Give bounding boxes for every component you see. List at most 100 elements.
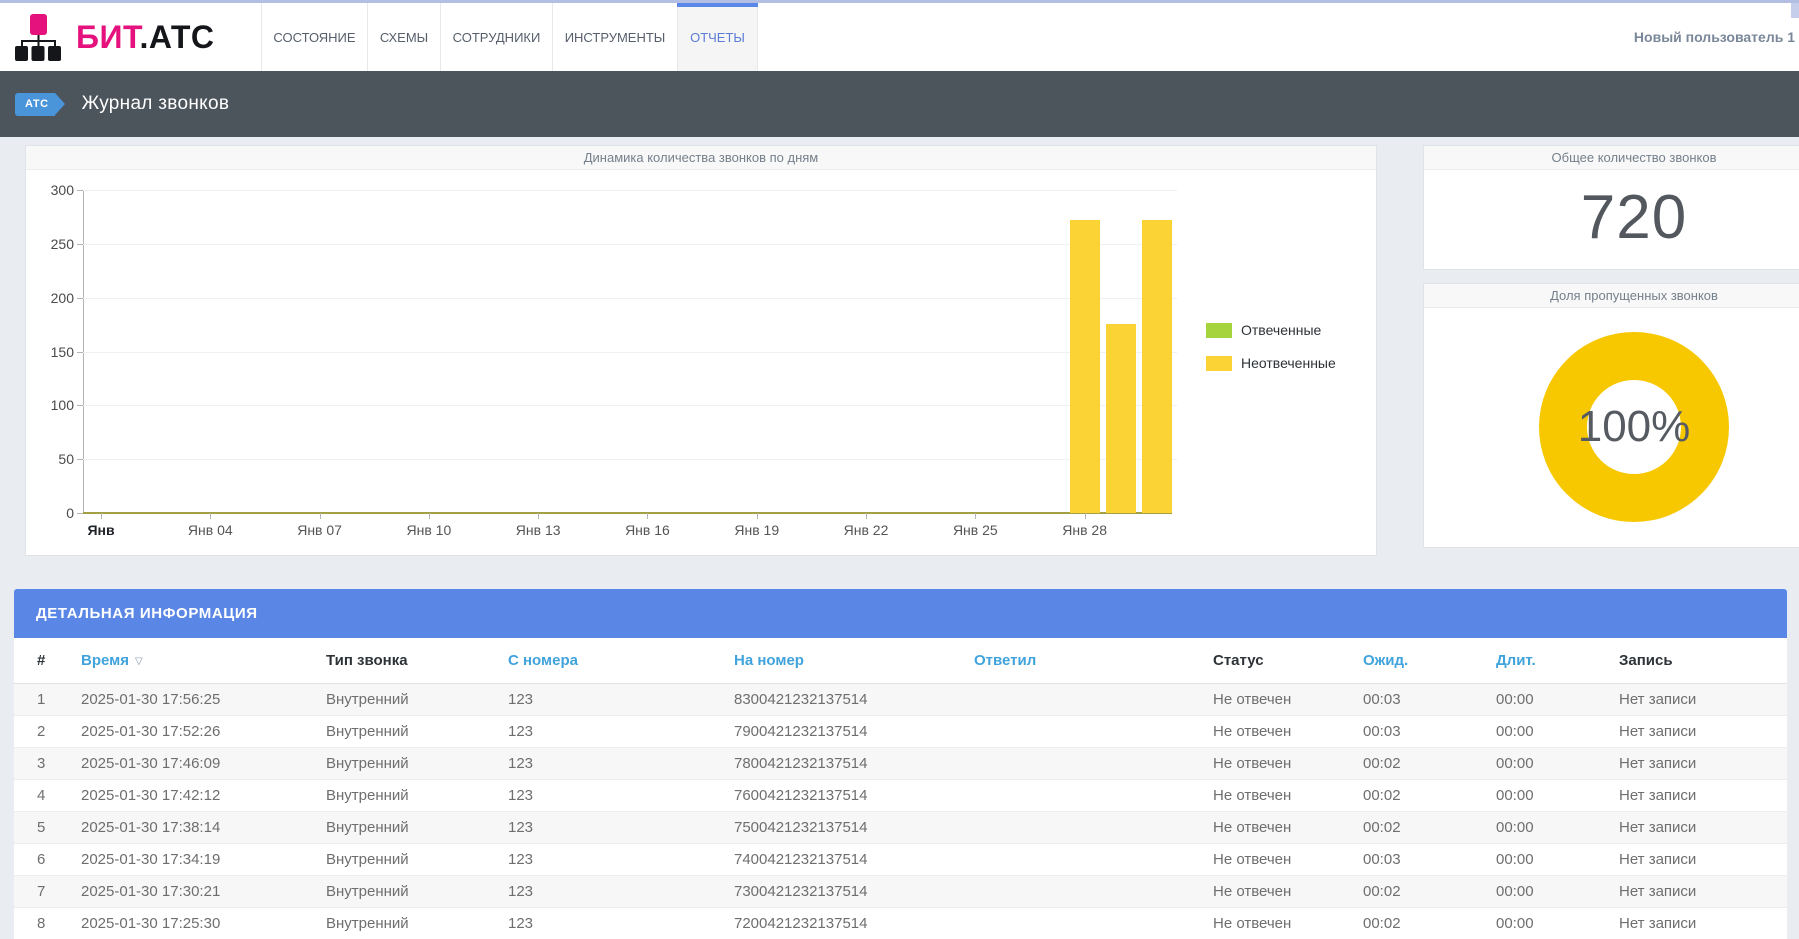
brand-logo[interactable]: БИТ.АТС	[0, 3, 261, 71]
cell-dur: 00:00	[1495, 684, 1618, 716]
nav-tab-5[interactable]: ОТЧЕТЫ	[678, 3, 758, 71]
cell-answered	[973, 876, 1212, 908]
x-tick-label-22: Янв 22	[844, 522, 889, 538]
current-user-menu[interactable]: Новый пользователь 1	[1634, 3, 1799, 71]
table-row-8[interactable]: 82025-01-30 17:25:30Внутренний1237200421…	[14, 908, 1787, 939]
col-header-1: #	[14, 638, 80, 684]
nav-tab-1[interactable]: СОСТОЯНИЕ	[262, 3, 368, 71]
y-tick-label-250: 250	[34, 237, 74, 251]
cell-to: 7500421232137514	[733, 812, 973, 844]
cell-n: 4	[14, 780, 80, 812]
cell-record: Нет записи	[1618, 908, 1787, 939]
y-tick-250	[77, 244, 83, 245]
cell-status: Не отвечен	[1212, 684, 1362, 716]
cell-status: Не отвечен	[1212, 876, 1362, 908]
y-tick-label-50: 50	[34, 452, 74, 466]
col-header-7: Статус	[1212, 638, 1362, 684]
legend-swatch-1	[1206, 323, 1232, 338]
cell-to: 7800421232137514	[733, 748, 973, 780]
cell-dur: 00:00	[1495, 812, 1618, 844]
x-tick-label-28: Янв 28	[1062, 522, 1107, 538]
calls-dynamics-chart-panel: Динамика количества звонков по дням Отве…	[25, 145, 1377, 556]
page-title-bar: АТС Журнал звонков	[0, 71, 1799, 137]
cell-dur: 00:00	[1495, 844, 1618, 876]
cell-dur: 00:00	[1495, 908, 1618, 939]
cell-n: 6	[14, 844, 80, 876]
col-header-10: Запись	[1618, 638, 1787, 684]
table-row-5[interactable]: 52025-01-30 17:38:14Внутренний1237500421…	[14, 812, 1787, 844]
x-tick-22	[866, 513, 867, 519]
x-tick-28	[1085, 513, 1086, 519]
bar-Неотвеченные-day29[interactable]	[1106, 324, 1136, 513]
col-header-5[interactable]: На номер	[733, 638, 973, 684]
cell-dur: 00:00	[1495, 716, 1618, 748]
x-tick-10	[429, 513, 430, 519]
table-header-row: #Время▽Тип звонкаС номераНа номерОтветил…	[14, 638, 1787, 684]
col-header-3: Тип звонка	[325, 638, 507, 684]
cell-n: 1	[14, 684, 80, 716]
x-tick-label-19: Янв 19	[734, 522, 779, 538]
y-tick-300	[77, 190, 83, 191]
y-tick-100	[77, 405, 83, 406]
cell-to: 7200421232137514	[733, 908, 973, 939]
total-calls-value: 720	[1424, 182, 1799, 253]
cell-from: 123	[507, 684, 733, 716]
x-tick-label-25: Янв 25	[953, 522, 998, 538]
y-tick-200	[77, 298, 83, 299]
detail-section-header: ДЕТАЛЬНАЯ ИНФОРМАЦИЯ	[14, 589, 1787, 638]
nav-tabs: СОСТОЯНИЕСХЕМЫСОТРУДНИКИИНСТРУМЕНТЫОТЧЕТ…	[261, 3, 758, 71]
cell-to: 8300421232137514	[733, 684, 973, 716]
x-tick-1	[101, 513, 102, 519]
col-header-8[interactable]: Ожид.	[1362, 638, 1495, 684]
cell-status: Не отвечен	[1212, 716, 1362, 748]
legend-item-2[interactable]: Неотвеченные	[1206, 355, 1336, 371]
nav-tab-4[interactable]: ИНСТРУМЕНТЫ	[553, 3, 678, 71]
cell-time: 2025-01-30 17:34:19	[80, 844, 325, 876]
cell-n: 3	[14, 748, 80, 780]
col-header-9[interactable]: Длит.	[1495, 638, 1618, 684]
chart-title: Динамика количества звонков по дням	[26, 146, 1376, 170]
cell-wait: 00:02	[1362, 908, 1495, 939]
cell-n: 2	[14, 716, 80, 748]
cell-status: Не отвечен	[1212, 748, 1362, 780]
col-header-2[interactable]: Время▽	[80, 638, 325, 684]
missed-share-donut-wrap: 100%	[1424, 332, 1799, 522]
cell-status: Не отвечен	[1212, 780, 1362, 812]
cell-type: Внутренний	[325, 908, 507, 939]
cell-answered	[973, 812, 1212, 844]
table-row-6[interactable]: 62025-01-30 17:34:19Внутренний1237400421…	[14, 844, 1787, 876]
cell-wait: 00:03	[1362, 844, 1495, 876]
cell-answered	[973, 684, 1212, 716]
page-title: Журнал звонков	[82, 93, 230, 115]
y-tick-label-100: 100	[34, 398, 74, 412]
table-row-7[interactable]: 72025-01-30 17:30:21Внутренний1237300421…	[14, 876, 1787, 908]
cell-answered	[973, 780, 1212, 812]
legend-item-1[interactable]: Отвеченные	[1206, 322, 1336, 338]
cell-from: 123	[507, 908, 733, 939]
table-row-1[interactable]: 12025-01-30 17:56:25Внутренний1238300421…	[14, 684, 1787, 716]
atc-breadcrumb-badge[interactable]: АТС	[15, 93, 55, 116]
gridline-50	[83, 459, 1177, 460]
chart-legend: Отвеченные Неотвеченные	[1206, 322, 1336, 371]
cell-type: Внутренний	[325, 876, 507, 908]
table-row-4[interactable]: 42025-01-30 17:42:12Внутренний1237600421…	[14, 780, 1787, 812]
x-tick-13	[538, 513, 539, 519]
scrollbar-thumb[interactable]	[1791, 3, 1799, 18]
col-header-6[interactable]: Ответил	[973, 638, 1212, 684]
bar-Неотвеченные-day28[interactable]	[1070, 220, 1100, 513]
cell-wait: 00:02	[1362, 876, 1495, 908]
y-tick-label-0: 0	[34, 506, 74, 520]
x-tick-19	[757, 513, 758, 519]
nav-tab-3[interactable]: СОТРУДНИКИ	[441, 3, 553, 71]
cell-answered	[973, 908, 1212, 939]
cell-wait: 00:02	[1362, 780, 1495, 812]
table-row-2[interactable]: 22025-01-30 17:52:26Внутренний1237900421…	[14, 716, 1787, 748]
total-calls-card: Общее количество звонков 720	[1423, 145, 1799, 270]
cell-record: Нет записи	[1618, 684, 1787, 716]
x-tick-label-1: Янв	[87, 522, 114, 538]
cell-type: Внутренний	[325, 844, 507, 876]
table-row-3[interactable]: 32025-01-30 17:46:09Внутренний1237800421…	[14, 748, 1787, 780]
nav-tab-2[interactable]: СХЕМЫ	[368, 3, 441, 71]
col-header-4[interactable]: С номера	[507, 638, 733, 684]
bar-Неотвеченные-day30[interactable]	[1142, 220, 1172, 513]
